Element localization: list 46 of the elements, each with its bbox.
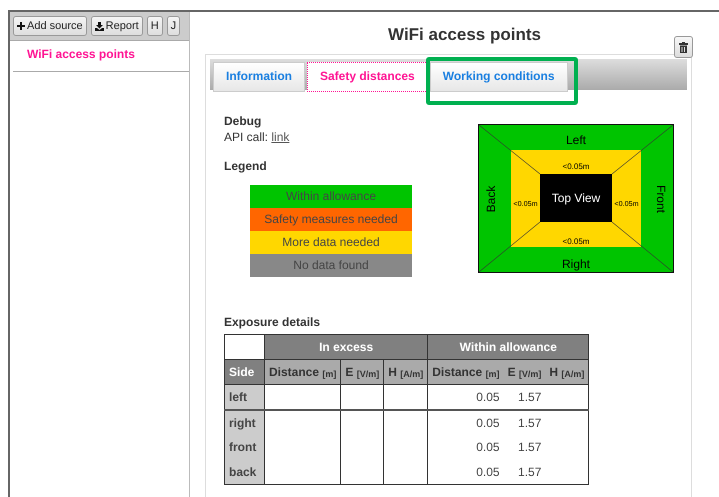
section-heading: Legend <box>224 159 268 175</box>
center-label: Top View <box>552 191 600 206</box>
legend-item: No data found <box>250 254 412 277</box>
corner-line <box>612 222 674 272</box>
device-box <box>540 174 612 222</box>
plus-icon <box>17 22 25 30</box>
page-title: WiFi access points <box>387 24 542 46</box>
api-link[interactable]: link <box>271 130 290 144</box>
toolbar-button[interactable]: H <box>146 16 163 36</box>
add-source-button[interactable]: Add source <box>13 16 87 36</box>
table-cell: 0.05 <box>428 460 504 485</box>
distance-label: <0.05m <box>562 162 590 172</box>
distance-label: <0.05m <box>562 237 590 246</box>
legend-item: Within allowance <box>250 184 412 208</box>
toolbar-button[interactable]: J <box>166 16 180 36</box>
section-heading: Debug <box>224 114 262 130</box>
corner-line <box>478 222 540 272</box>
tab[interactable]: Information <box>213 62 305 92</box>
side-label: Left <box>566 133 586 148</box>
legend-item: More data needed <box>250 230 412 254</box>
tab[interactable]: Safety distances <box>307 62 428 92</box>
trash-icon[interactable] <box>674 36 693 58</box>
api-call-label: API call: <box>224 130 268 144</box>
side-label: Back <box>484 186 498 212</box>
table-cell: 0.05 <box>428 434 504 460</box>
row-label: front <box>224 434 264 460</box>
group-header: Within allowance <box>428 334 589 360</box>
table-cell: 1.57 <box>504 410 546 435</box>
legend-item: Safety measures needed <box>250 208 412 231</box>
corner-line <box>478 124 540 174</box>
row-label: right <box>224 410 264 435</box>
table-cell: 1.57 <box>504 460 546 485</box>
table-cell-text: 1.57 <box>517 439 542 456</box>
corner-line <box>612 124 674 174</box>
tab[interactable]: Working conditions <box>430 62 568 92</box>
table-cell: 1.57 <box>504 384 546 410</box>
column-header: Side <box>224 360 264 385</box>
row-label: back <box>224 460 264 485</box>
group-header: In excess <box>264 334 428 360</box>
section-heading: Exposure details <box>224 314 322 330</box>
side-label: Front <box>654 185 668 214</box>
report-button[interactable]: Report <box>90 16 143 36</box>
table-cell: 0.05 <box>428 410 504 435</box>
download-icon <box>94 22 104 30</box>
row-label: left <box>224 384 264 410</box>
side-label: Right <box>562 257 590 272</box>
